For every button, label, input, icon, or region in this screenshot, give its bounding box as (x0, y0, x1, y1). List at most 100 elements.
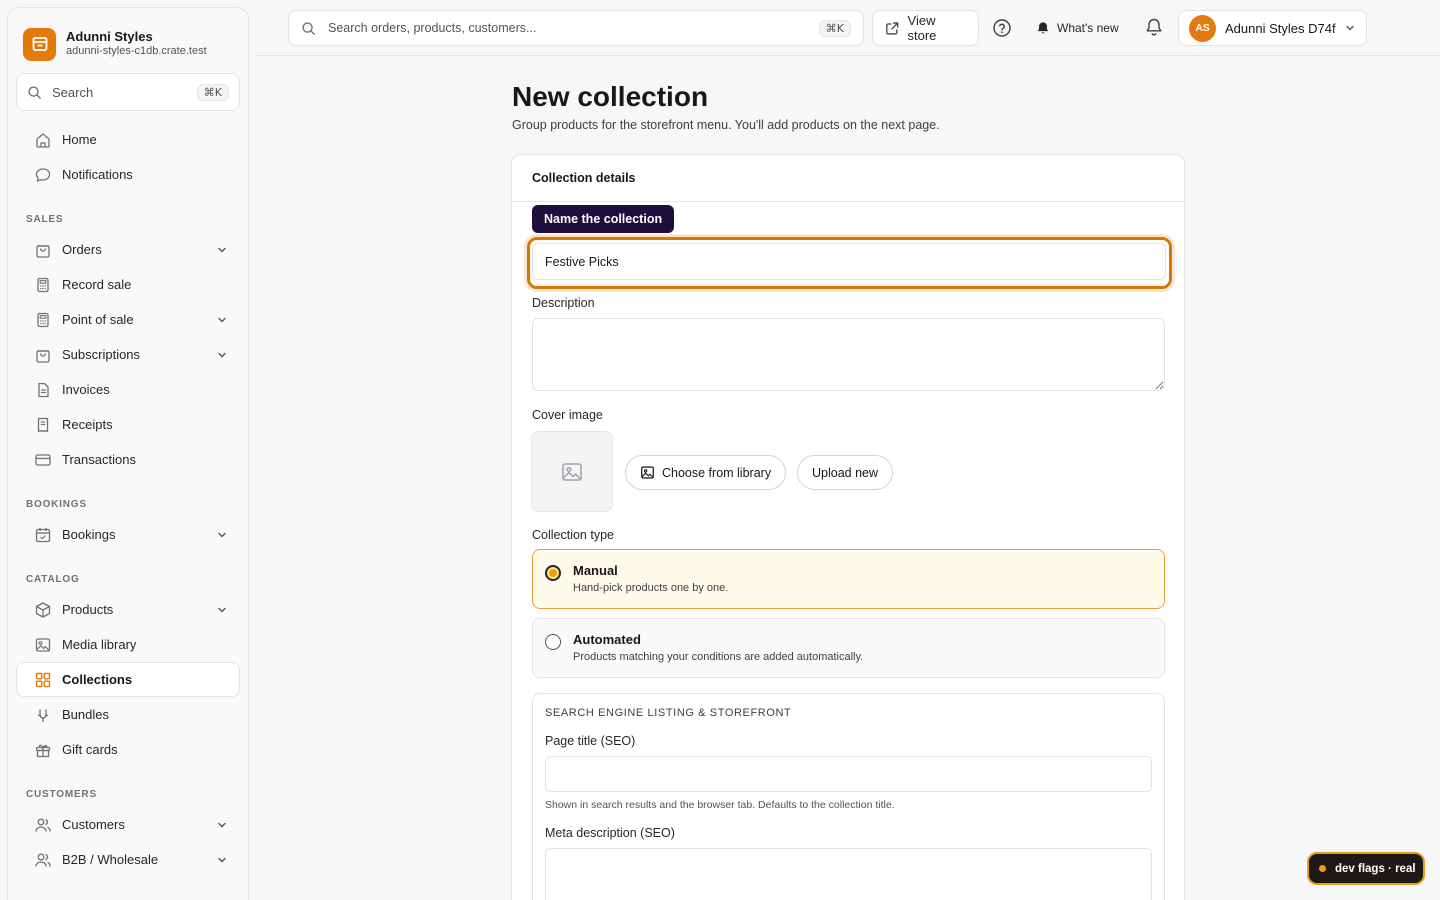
box-icon (34, 601, 52, 619)
type-option-automated[interactable]: Automated Products matching your conditi… (532, 618, 1165, 678)
sidebar-item-notifications[interactable]: Notifications (16, 157, 240, 192)
seo-heading: SEARCH ENGINE LISTING & STOREFRONT (545, 707, 792, 719)
sidebar-item-label: Customers (62, 817, 125, 832)
choose-from-library-label: Choose from library (662, 465, 772, 480)
sidebar-item-label: Products (62, 602, 114, 617)
sidebar-item-label: Bookings (62, 527, 116, 542)
sidebar-item-label: Subscriptions (62, 347, 141, 362)
radio-manual[interactable] (545, 565, 561, 581)
account-menu[interactable]: AS Adunni Styles D74f (1178, 10, 1367, 46)
sidebar-item-label: Bundles (62, 707, 109, 722)
sidebar-item-subscriptions[interactable]: Subscriptions (16, 337, 240, 372)
sidebar-item-invoices[interactable]: Invoices (16, 372, 240, 407)
meta-description-label: Meta description (SEO) (545, 826, 675, 840)
status-dot (1319, 865, 1326, 872)
sidebar-item-customers[interactable]: Customers (16, 807, 240, 842)
help-button[interactable] (992, 18, 1012, 43)
sidebar-section-bookings: BOOKINGS (26, 498, 87, 510)
name-tooltip: Name the collection (532, 205, 675, 233)
sidebar-item-b2b-wholesale[interactable]: B2B / Wholesale (16, 842, 240, 877)
bag-icon (34, 346, 52, 364)
sidebar-item-orders[interactable]: Orders (16, 232, 240, 267)
meta-description-textarea[interactable] (545, 848, 1152, 900)
brand-domain: adunni-styles-c1db.crate.test (66, 45, 207, 57)
sidebar-section-catalog: CATALOG (26, 573, 80, 585)
sidebar-item-label: Record sale (62, 277, 132, 292)
seo-title-input[interactable] (545, 756, 1152, 792)
bag-icon (34, 241, 52, 259)
sidebar-nav: Home Notifications SALES Orders Record sale P… (8, 122, 248, 900)
brand-name: Adunni Styles (66, 29, 153, 44)
description-textarea[interactable] (532, 318, 1165, 391)
sidebar-section-marketing: MARKETING (8, 895, 248, 900)
collection-type-label: Collection type (532, 528, 614, 542)
view-store-label: View store (907, 13, 937, 43)
grid-icon (34, 671, 52, 689)
upload-new-button[interactable]: Upload new (797, 455, 894, 490)
search-icon (302, 21, 315, 35)
bell-icon (1146, 18, 1162, 36)
type-option-desc: Hand-pick products one by one. (573, 582, 729, 594)
help-icon (993, 19, 1011, 37)
sidebar-item-label: Media library (62, 637, 137, 652)
global-search-placeholder: Search orders, products, customers... (328, 21, 537, 35)
sidebar-search[interactable]: Search ⌘K (16, 73, 240, 111)
sidebar-item-label: Orders (62, 242, 102, 257)
collection-name-input[interactable] (532, 243, 1166, 280)
document-icon (34, 381, 52, 399)
sidebar-item-bundles[interactable]: Bundles (16, 697, 240, 732)
sidebar-section-customers: CUSTOMERS (26, 788, 97, 800)
chevron-down-icon (218, 352, 226, 357)
collection-details-card: Collection details Name the collection D… (511, 154, 1185, 900)
choose-from-library-button[interactable]: Choose from library (625, 455, 787, 490)
card-title: Collection details (512, 155, 1184, 202)
account-name: Adunni Styles D74f (1225, 20, 1336, 36)
users-icon (34, 816, 52, 834)
view-store-button[interactable]: View store (872, 10, 979, 46)
whats-new-button[interactable]: What's new (1036, 10, 1119, 46)
credit-card-icon (34, 451, 52, 469)
store-logo-icon (23, 27, 56, 61)
notifications-button[interactable] (1144, 17, 1164, 42)
shortcut-badge: ⌘K (196, 83, 229, 101)
search-icon (28, 85, 41, 99)
users-icon (34, 851, 52, 869)
sidebar-item-gift-cards[interactable]: Gift cards (16, 732, 240, 767)
calendar-icon (34, 526, 52, 544)
sidebar-item-point-of-sale[interactable]: Point of sale (16, 302, 240, 337)
brand-header[interactable]: Adunni Styles adunni-styles-c1db.crate.t… (8, 8, 248, 64)
type-option-desc: Products matching your conditions are ad… (573, 651, 864, 663)
sidebar-item-transactions[interactable]: Transactions (16, 442, 240, 477)
calculator-icon (34, 276, 52, 294)
sidebar-item-media-library[interactable]: Media library (16, 627, 240, 662)
sidebar-item-label: Invoices (62, 382, 110, 397)
sidebar-item-record-sale[interactable]: Record sale (16, 267, 240, 302)
type-option-manual[interactable]: Manual Hand-pick products one by one. (532, 549, 1165, 609)
receipt-icon (34, 416, 52, 434)
calculator-icon (34, 311, 52, 329)
sidebar-item-receipts[interactable]: Receipts (16, 407, 240, 442)
sidebar-item-label: B2B / Wholesale (62, 852, 159, 867)
radio-automated[interactable] (545, 634, 561, 650)
seo-title-label: Page title (SEO) (545, 734, 636, 748)
page-subtitle: Group products for the storefront menu. … (512, 118, 940, 132)
sidebar-item-collections[interactable]: Collections (16, 662, 240, 697)
sidebar-item-home[interactable]: Home (16, 122, 240, 157)
chevron-down-icon (218, 317, 226, 322)
sidebar-item-bookings[interactable]: Bookings (16, 517, 240, 552)
image-icon (641, 466, 654, 479)
chevron-down-icon (218, 607, 226, 612)
sidebar-section-sales: SALES (26, 213, 64, 225)
sidebar-item-label: Notifications (62, 167, 133, 182)
chat-bubble-icon (34, 166, 52, 184)
chevron-down-icon (218, 247, 226, 252)
whats-new-label: What's new (1057, 21, 1119, 35)
sidebar-item-products[interactable]: Products (16, 592, 240, 627)
home-icon (34, 131, 52, 149)
cover-image-placeholder[interactable] (531, 431, 613, 512)
global-search[interactable]: Search orders, products, customers... ⌘K (288, 10, 864, 46)
sidebar-item-label: Point of sale (62, 312, 134, 327)
image-icon (34, 636, 52, 654)
type-option-title: Automated (573, 632, 641, 647)
dev-flags-badge[interactable]: dev flags · real (1307, 852, 1425, 885)
